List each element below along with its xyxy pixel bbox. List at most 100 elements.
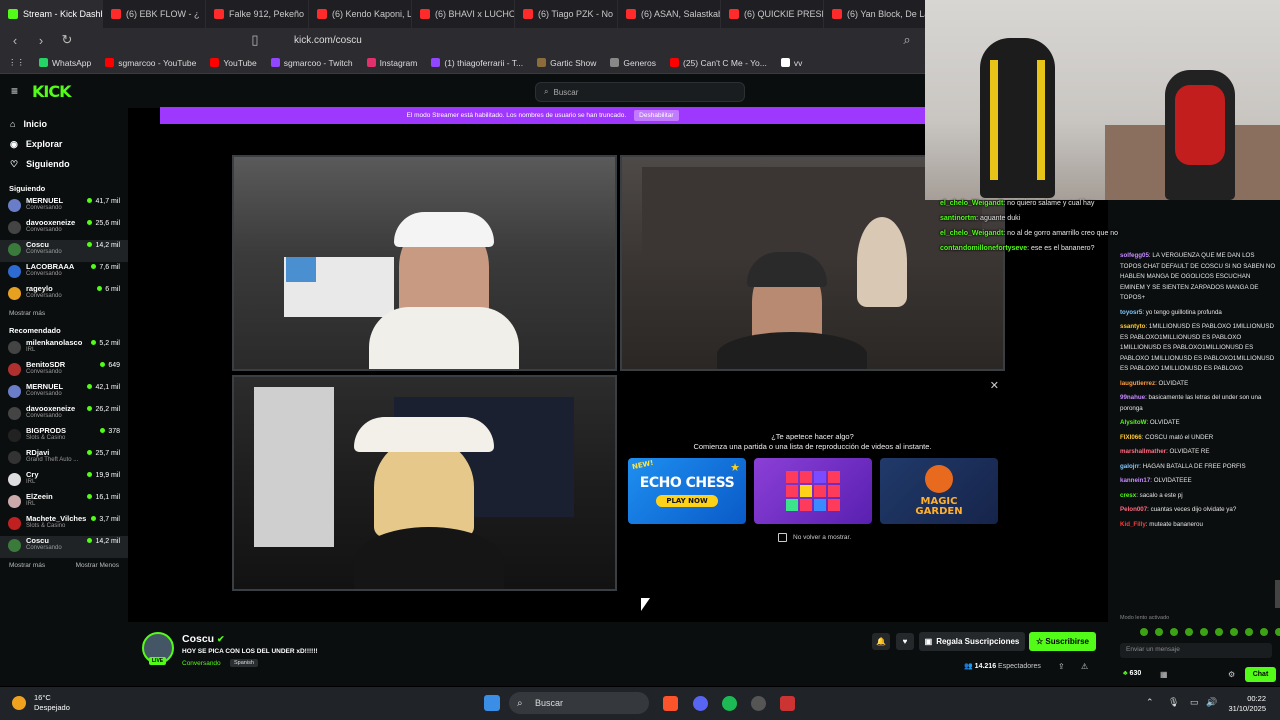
- browser-tab[interactable]: (6) Tiago PZK - No: [515, 0, 618, 28]
- settings-icon[interactable]: ⚙: [1228, 670, 1235, 679]
- emote-icon[interactable]: [1185, 628, 1193, 636]
- bookmark-item[interactable]: vv: [780, 58, 802, 68]
- bookmark-item[interactable]: Instagram: [366, 58, 417, 68]
- sidebar-channel[interactable]: Cry IRL 19,9 mil: [0, 470, 128, 492]
- notification-bell-icon[interactable]: 🔔: [872, 633, 890, 650]
- video-app-icon[interactable]: [780, 696, 795, 711]
- chat-username[interactable]: galojrr: [1120, 463, 1139, 470]
- bookmark-item[interactable]: Generos: [610, 58, 656, 68]
- chat-username[interactable]: 99nahue: [1120, 394, 1145, 401]
- emote-icon[interactable]: [1200, 628, 1208, 636]
- dont-show-again[interactable]: No volver a mostrar.: [778, 533, 851, 542]
- sidebar-channel[interactable]: LACOBRAAA Conversando 7,6 mil: [0, 262, 128, 284]
- gift-subscriptions-button[interactable]: ▣ Regala Suscripciones: [919, 632, 1025, 651]
- calendar-icon[interactable]: ▦: [1160, 670, 1168, 679]
- game-card-magic-garden[interactable]: MAGIC GARDEN: [880, 458, 998, 524]
- close-icon[interactable]: ✕: [990, 379, 999, 392]
- search-input[interactable]: ⌕ Buscar: [535, 82, 745, 102]
- sidebar-channel[interactable]: MERNUEL Conversando 41,7 mil: [0, 196, 128, 218]
- forward-icon[interactable]: ›: [34, 33, 48, 48]
- chat-username[interactable]: Pelon007: [1120, 506, 1147, 513]
- weather-widget[interactable]: 16°C Despejado: [12, 693, 70, 713]
- browser-tab[interactable]: (6) EBK FLOW - ¿: [103, 0, 206, 28]
- taskbar-search[interactable]: ⌕ Buscar: [509, 692, 649, 714]
- menu-icon[interactable]: ≡: [11, 84, 18, 98]
- sidebar-nav-siguiendo[interactable]: ♡ Siguiendo: [0, 154, 128, 174]
- video-tile-1[interactable]: [232, 155, 617, 371]
- sidebar-channel[interactable]: rageylo Conversando 6 mil: [0, 284, 128, 306]
- emote-icon[interactable]: [1155, 628, 1163, 636]
- sidebar-channel[interactable]: MERNUEL Conversando 42,1 mil: [0, 382, 128, 404]
- bookmark-item[interactable]: sgmarcoo - Twitch: [270, 58, 353, 68]
- zoom-icon[interactable]: ⌕: [900, 32, 914, 48]
- chat-username[interactable]: toyosr5: [1120, 309, 1142, 316]
- emote-icon[interactable]: [1140, 628, 1148, 636]
- steam-icon[interactable]: [751, 696, 766, 711]
- bookmark-icon[interactable]: ▯: [248, 32, 262, 48]
- subscribe-button[interactable]: ☆ Suscribirse: [1029, 632, 1096, 651]
- sidebar-channel[interactable]: BIGPRODS Slots & Casino 378: [0, 426, 128, 448]
- discord-icon[interactable]: [693, 696, 708, 711]
- sidebar-channel[interactable]: davooxeneize Conversando 25,6 mil: [0, 218, 128, 240]
- emote-icon[interactable]: [1260, 628, 1268, 636]
- chat-username[interactable]: Kid_Filly: [1120, 521, 1146, 528]
- game-card-echo-chess[interactable]: NEW! ★ ECHO CHESS PLAY NOW: [628, 458, 746, 524]
- kick-logo[interactable]: KICK: [32, 82, 71, 101]
- emote-icon[interactable]: [1245, 628, 1253, 636]
- browser-tab[interactable]: (6) Yan Block, De La: [824, 0, 925, 28]
- show-more-following[interactable]: Mostrar más: [9, 310, 45, 317]
- browser-tab[interactable]: Stream - Kick Dashb: [0, 0, 103, 28]
- sidebar-channel[interactable]: milenkanolasco IRL 5,2 mil: [0, 338, 128, 360]
- sidebar-channel[interactable]: Machete_Vilches Slots & Casino 3,7 mil: [0, 514, 128, 536]
- reload-icon[interactable]: ↻: [60, 32, 74, 48]
- clock[interactable]: 00:22 31/10/2025: [1228, 694, 1266, 714]
- language-tag[interactable]: Spanish: [230, 659, 258, 667]
- video-tile-3[interactable]: [232, 375, 617, 591]
- network-icon[interactable]: ▭: [1190, 697, 1199, 708]
- chat-scrollbar[interactable]: [1275, 580, 1280, 608]
- bookmark-item[interactable]: (1) thiagoferrarii - T...: [431, 58, 523, 68]
- sidebar-channel[interactable]: BenitoSDR Conversando 649: [0, 360, 128, 382]
- emote-icon[interactable]: [1170, 628, 1178, 636]
- sidebar-channel[interactable]: davooxeneize Conversando 26,2 mil: [0, 404, 128, 426]
- windows-start-icon[interactable]: [484, 695, 500, 711]
- show-less-button[interactable]: Mostrar Menos: [76, 562, 119, 569]
- browser-tab[interactable]: (6) Kendo Kaponi, L: [309, 0, 412, 28]
- bookmark-item[interactable]: WhatsApp: [39, 58, 91, 68]
- chat-username[interactable]: cresx: [1120, 492, 1136, 499]
- apps-icon[interactable]: ⋮⋮: [8, 57, 25, 68]
- streamer-name[interactable]: Coscu ✔: [182, 633, 225, 645]
- disable-streamer-mode-button[interactable]: Deshabilitar: [634, 110, 679, 121]
- stream-category[interactable]: Conversando: [182, 660, 221, 667]
- browser-tab[interactable]: (6) ASAN, Salastkab: [618, 0, 721, 28]
- heart-icon[interactable]: ♥: [896, 633, 914, 650]
- sidebar-nav-explorar[interactable]: ◉ Explorar: [0, 134, 128, 154]
- browser-tab[interactable]: (6) QUICKIE PRESH: [721, 0, 824, 28]
- emote-icon[interactable]: [1275, 628, 1280, 636]
- chevron-up-icon[interactable]: ⌃: [1146, 697, 1154, 708]
- sidebar-channel[interactable]: Coscu Conversando 14,2 mil: [0, 240, 128, 262]
- url-field[interactable]: kick.com/coscu: [270, 30, 910, 50]
- bookmark-item[interactable]: sgmarcoo - YouTube: [105, 58, 196, 68]
- chat-send-button[interactable]: Chat: [1245, 667, 1276, 682]
- sidebar-channel[interactable]: RDjavi Grand Theft Auto ... 25,7 mil: [0, 448, 128, 470]
- bookmark-item[interactable]: (25) Can't C Me - Yo...: [670, 58, 767, 68]
- chat-username[interactable]: FIXI066: [1120, 434, 1142, 441]
- report-icon[interactable]: ⚠: [1081, 662, 1088, 671]
- microphone-icon[interactable]: 🎙: [1168, 697, 1179, 708]
- back-icon[interactable]: ‹: [8, 33, 22, 48]
- chat-username[interactable]: laugutierrez: [1120, 380, 1155, 387]
- bookmark-item[interactable]: YouTube: [210, 58, 257, 68]
- sidebar-channel[interactable]: ElZeein IRL 16,1 mil: [0, 492, 128, 514]
- game-card-blocks[interactable]: [754, 458, 872, 524]
- bookmark-item[interactable]: Gartic Show: [537, 58, 596, 68]
- share-icon[interactable]: ⇪: [1058, 662, 1065, 671]
- volume-icon[interactable]: 🔊: [1206, 697, 1217, 708]
- sidebar-nav-inicio[interactable]: ⌂ Inicio: [0, 114, 128, 134]
- chat-username[interactable]: kannein17: [1120, 477, 1150, 484]
- channel-points[interactable]: ♣ 630: [1123, 670, 1141, 677]
- browser-tab[interactable]: (6) BHAVI x LUCHO: [412, 0, 515, 28]
- chat-username[interactable]: marshallmather: [1120, 448, 1166, 455]
- chat-input[interactable]: Enviar un mensaje: [1120, 643, 1272, 658]
- chat-username[interactable]: AlysitoW: [1120, 419, 1146, 426]
